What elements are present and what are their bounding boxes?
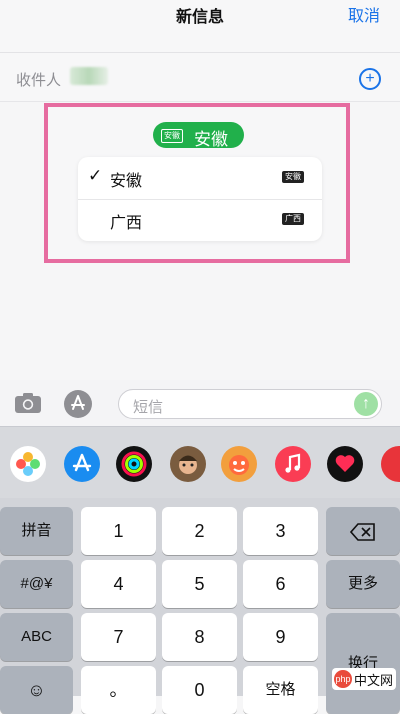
key-8[interactable]: 8 <box>162 613 237 661</box>
message-input[interactable]: 短信 ↑ <box>118 389 382 419</box>
music-icon[interactable] <box>275 446 311 482</box>
watermark-text: 中文网 <box>354 673 394 688</box>
cancel-button[interactable]: 取消 <box>348 2 380 26</box>
animoji-icon[interactable] <box>221 446 257 482</box>
key-1[interactable]: 1 <box>81 507 156 555</box>
key-3[interactable]: 3 <box>243 507 318 555</box>
memoji-icon[interactable] <box>170 446 206 482</box>
key-6[interactable]: 6 <box>243 560 318 608</box>
app-drawer-icon[interactable] <box>64 390 92 418</box>
key-abc[interactable]: ABC <box>0 613 73 661</box>
sim-option-guangxi[interactable]: 广西 广西 <box>78 199 322 241</box>
key-0[interactable]: 0 <box>162 666 237 714</box>
sim-option-label: 安徽 <box>110 173 143 190</box>
page-title: 新信息 <box>175 9 224 26</box>
checkmark-icon: ✓ <box>88 166 103 185</box>
selected-sim-badge[interactable]: 安徽 安徽 <box>153 122 244 149</box>
camera-icon[interactable] <box>14 392 42 414</box>
digital-touch-icon[interactable] <box>327 446 363 482</box>
sim-tag-icon: 广西 <box>282 213 304 225</box>
watermark: php 中文网 <box>332 668 396 690</box>
selected-sim-name: 安徽 <box>194 130 228 149</box>
app-store-icon[interactable] <box>64 446 100 482</box>
key-more[interactable]: 更多 <box>326 560 400 608</box>
key-period[interactable]: 。 <box>81 666 156 714</box>
key-9[interactable]: 9 <box>243 613 318 661</box>
header: 新信息 取消 <box>0 0 400 53</box>
sim-option-list: ✓ 安徽 安徽 广西 广西 <box>78 157 322 241</box>
activity-icon[interactable] <box>116 446 152 482</box>
sim-tag-icon: 安徽 <box>282 171 304 183</box>
sim-badge-icon: 安徽 <box>161 129 183 143</box>
key-space[interactable]: 空格 <box>243 666 318 714</box>
message-placeholder: 短信 <box>133 399 164 416</box>
recipient-label: 收件人 <box>16 72 62 89</box>
key-4[interactable]: 4 <box>81 560 156 608</box>
key-pinyin[interactable]: 拼音 <box>0 507 73 555</box>
php-logo-icon: php <box>334 670 352 688</box>
send-button[interactable]: ↑ <box>354 392 378 416</box>
recipient-chip[interactable] <box>70 67 108 85</box>
key-symbols[interactable]: #@¥ <box>0 560 73 608</box>
recipient-row[interactable]: 收件人 <box>0 53 400 102</box>
key-emoji[interactable]: ☺ <box>0 666 73 714</box>
key-return[interactable]: 换行 <box>326 613 400 714</box>
backspace-key[interactable] <box>326 507 400 555</box>
key-5[interactable]: 5 <box>162 560 237 608</box>
add-recipient-button[interactable]: + <box>359 68 381 90</box>
sim-option-anhui[interactable]: ✓ 安徽 安徽 <box>78 157 322 199</box>
key-7[interactable]: 7 <box>81 613 156 661</box>
sim-option-label: 广西 <box>110 215 143 232</box>
photos-icon[interactable] <box>10 446 46 482</box>
key-2[interactable]: 2 <box>162 507 237 555</box>
